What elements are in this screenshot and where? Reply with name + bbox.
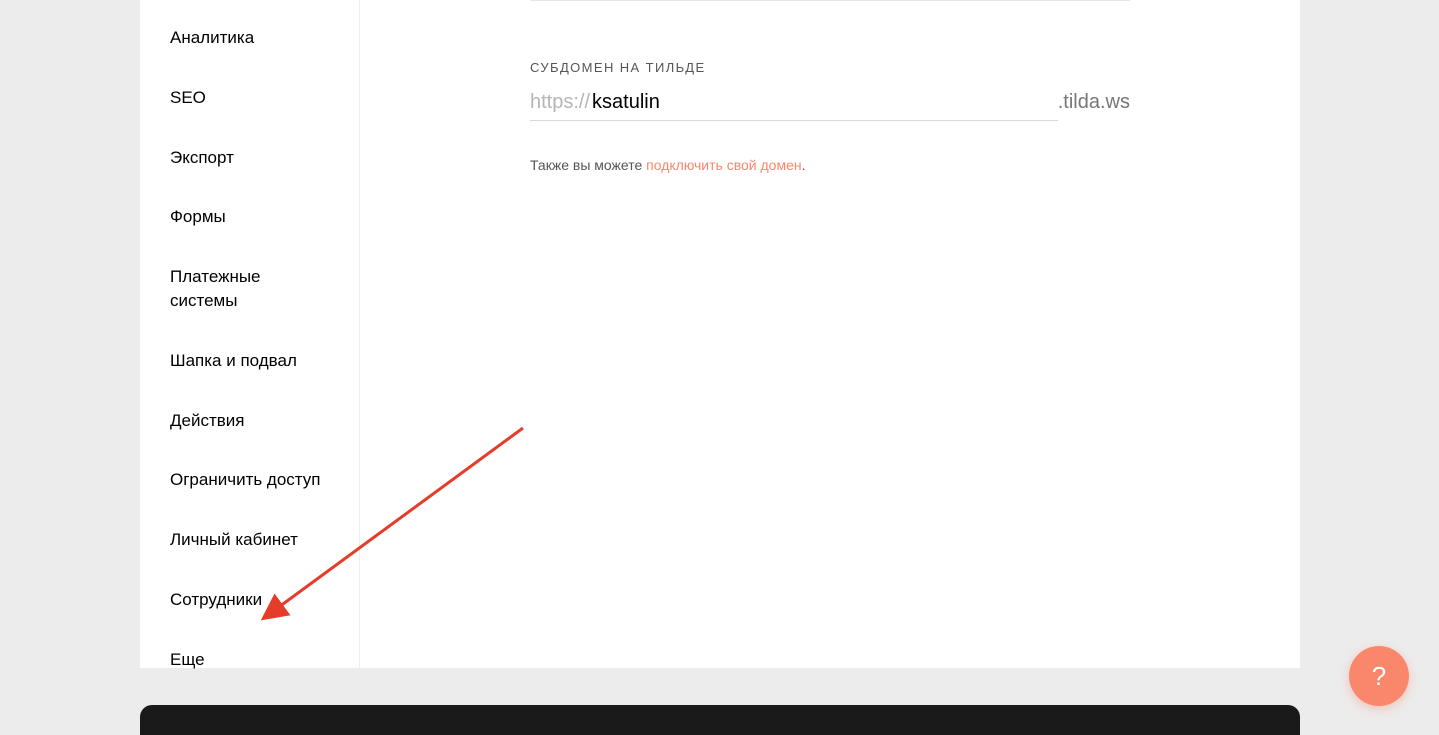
settings-panel: Аналитика SEO Экспорт Формы Платежные си…: [140, 0, 1300, 668]
sidebar-item-seo[interactable]: SEO: [140, 68, 359, 128]
sidebar-item-collaborators[interactable]: Сотрудники: [140, 570, 359, 630]
footer-shadow: [140, 705, 1300, 735]
sidebar-item-actions[interactable]: Действия: [140, 391, 359, 451]
hint-prefix: Также вы можете: [530, 157, 646, 173]
subdomain-label: СУБДОМЕН НА ТИЛЬДЕ: [530, 60, 1130, 75]
help-button[interactable]: ?: [1349, 646, 1409, 706]
sidebar-item-analytics[interactable]: Аналитика: [140, 8, 359, 68]
sidebar: Аналитика SEO Экспорт Формы Платежные си…: [140, 0, 360, 668]
sidebar-item-export[interactable]: Экспорт: [140, 128, 359, 188]
hint-suffix: .: [802, 157, 806, 173]
sidebar-item-more[interactable]: Еще: [140, 630, 359, 690]
connect-domain-link[interactable]: подключить свой домен: [646, 157, 801, 173]
sidebar-item-account[interactable]: Личный кабинет: [140, 510, 359, 570]
sidebar-item-header-footer[interactable]: Шапка и подвал: [140, 331, 359, 391]
subdomain-row: https:// .tilda.ws: [530, 91, 1130, 121]
section-divider: [530, 0, 1130, 1]
sidebar-item-forms[interactable]: Формы: [140, 187, 359, 247]
protocol-prefix: https://: [530, 91, 590, 121]
sidebar-item-restrict-access[interactable]: Ограничить доступ: [140, 450, 359, 510]
domain-hint: Также вы можете подключить свой домен.: [530, 157, 1130, 173]
sidebar-item-payments[interactable]: Платежные системы: [140, 247, 359, 331]
main-content: СУБДОМЕН НА ТИЛЬДЕ https:// .tilda.ws Та…: [360, 0, 1300, 668]
subdomain-input[interactable]: [590, 91, 1058, 121]
question-icon: ?: [1372, 661, 1386, 692]
domain-suffix: .tilda.ws: [1058, 91, 1130, 120]
subdomain-section: СУБДОМЕН НА ТИЛЬДЕ https:// .tilda.ws Та…: [530, 60, 1130, 173]
